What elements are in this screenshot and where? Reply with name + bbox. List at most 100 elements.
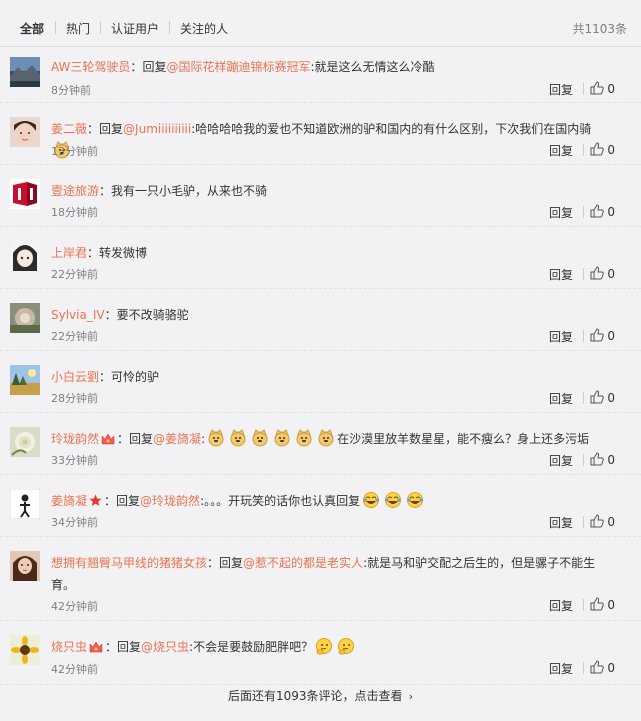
landscape-avatar[interactable]: [10, 365, 40, 395]
colon: ：: [87, 122, 100, 136]
like-button[interactable]: 0: [590, 81, 615, 96]
comment-author-link[interactable]: 玲珑韵然: [51, 432, 99, 446]
comment-author-link[interactable]: 姜旖凝: [51, 494, 87, 508]
action-divider: [583, 330, 584, 342]
comment-item: 烧只虫 ：回复@烧只虫:不会是要鼓励肥胖吧？ 42分钟前 回复 0: [0, 621, 641, 685]
like-button[interactable]: 0: [590, 660, 615, 675]
like-count: 0: [607, 598, 615, 612]
comment-content: 要不改骑骆驼: [116, 308, 189, 322]
woman-avatar[interactable]: [10, 551, 40, 581]
reply-button[interactable]: 回复: [549, 142, 573, 159]
reply-prefix: 回复: [129, 432, 154, 446]
comment-content: :哈哈哈哈我的爱也不知道欧洲的驴和国内的有什么区别，下次我们在国内骑: [191, 122, 592, 136]
thumbs-up-icon: [590, 597, 605, 611]
comment-content: 可怜的驴: [111, 370, 160, 384]
like-button[interactable]: 0: [590, 597, 615, 612]
tab-following[interactable]: 关注的人: [180, 20, 228, 37]
mention-link[interactable]: @国际花样蹦迪锦标赛冠军: [166, 60, 310, 74]
tab-divider: [100, 21, 101, 34]
thumbs-up-icon: [590, 328, 605, 342]
reply-button[interactable]: 回复: [549, 266, 573, 283]
comment-text-line: 上岸君：转发微博: [51, 242, 613, 264]
comment-author-link[interactable]: 上岸君: [51, 246, 87, 260]
thumbs-up-icon: [590, 452, 605, 466]
mention-link[interactable]: @惹不起的都是老实人: [243, 556, 363, 570]
comment-author-link[interactable]: AW三轮驾驶员: [51, 60, 130, 74]
rose-avatar[interactable]: [10, 427, 40, 457]
thinking-emoji-icon: [337, 637, 355, 655]
colon: ：: [104, 494, 117, 508]
comment-item: AW三轮驾驶员：回复@国际花样蹦迪锦标赛冠军:就是这么无情这么冷酷 8分钟前 回…: [0, 47, 641, 103]
like-button[interactable]: 0: [590, 514, 615, 529]
tab-all[interactable]: 全部: [20, 20, 44, 37]
like-button[interactable]: 0: [590, 452, 615, 467]
logo-avatar[interactable]: [10, 179, 40, 209]
like-count: 0: [607, 453, 615, 467]
comment-author-link[interactable]: 想拥有翘臀马甲线的猪猪女孩: [51, 556, 207, 570]
mention-link[interactable]: @玲珑韵然: [140, 494, 200, 508]
comment-content: 转发微博: [99, 246, 148, 260]
reply-button[interactable]: 回复: [549, 204, 573, 221]
like-button[interactable]: 0: [590, 266, 615, 281]
action-divider: [583, 454, 584, 466]
comment-item: 姜旖凝 ：回复@玲珑韵然:。。。开玩笑的话你也认真回复 34分钟前 回复 0: [0, 475, 641, 537]
mention-link[interactable]: @烧只虫: [141, 640, 189, 654]
comment-author-link[interactable]: 姜二薇: [51, 122, 87, 136]
comment-time: 13分钟前: [51, 145, 98, 158]
thumbs-up-icon: [590, 204, 605, 218]
like-count: 0: [607, 267, 615, 281]
comment-text-line: 姜二薇： 回复 @Jumiiiiiiiiii:哈哈哈哈我的爱也不知道欧洲的驴和国内的…: [51, 118, 613, 162]
reply-button[interactable]: 回复: [549, 452, 573, 469]
reply-button[interactable]: 回复: [549, 328, 573, 345]
girl-avatar[interactable]: [10, 117, 40, 147]
comment-time: 42分钟前: [51, 663, 98, 676]
reply-prefix: 回复: [142, 60, 167, 74]
reply-button[interactable]: 回复: [549, 514, 573, 531]
mountain-avatar[interactable]: [10, 57, 40, 87]
comment-time: 28分钟前: [51, 392, 98, 405]
reply-button[interactable]: 回复: [549, 81, 573, 98]
reply-button[interactable]: 回复: [549, 597, 573, 614]
comment-text-line: AW三轮驾驶员：回复@国际花样蹦迪锦标赛冠军:就是这么无情这么冷酷: [51, 56, 613, 78]
comment-author-link[interactable]: Sylvia_IV: [51, 308, 105, 322]
crown-badge-icon: [101, 430, 115, 452]
comment-time: 8分钟前: [51, 84, 91, 97]
comment-text-line: Sylvia_IV：要不改骑骆驼: [51, 304, 613, 326]
action-divider: [583, 206, 584, 218]
comment-author-link[interactable]: 壹途旅游: [51, 184, 99, 198]
tab-hot[interactable]: 热门: [66, 20, 90, 37]
comment-text-line: 烧只虫 ：回复@烧只虫:不会是要鼓励肥胖吧？: [51, 636, 613, 660]
comment-author-link[interactable]: 小白云劉: [51, 370, 99, 384]
like-button[interactable]: 0: [590, 204, 615, 219]
like-button[interactable]: 0: [590, 142, 615, 157]
comment-author-link[interactable]: 烧只虫: [51, 640, 87, 654]
colon: ：: [87, 246, 100, 260]
reply-prefix: 回复: [219, 556, 244, 570]
comment-content: :不会是要鼓励肥胖吧？: [189, 640, 314, 654]
colon: ：: [99, 184, 112, 198]
reply-button[interactable]: 回复: [549, 390, 573, 407]
tab-verified-users[interactable]: 认证用户: [111, 20, 159, 37]
anime-avatar[interactable]: [10, 241, 40, 271]
sunflower-avatar[interactable]: [10, 635, 40, 665]
mention-link[interactable]: @姜旖凝: [153, 432, 201, 446]
colon: ：: [117, 432, 130, 446]
view-more-comments-link[interactable]: 后面还有1093条评论，点击查看 ›: [0, 687, 641, 704]
comment-content: 我有一只小毛驴，从来也不骑: [111, 184, 268, 198]
doge-emoji-icon: [317, 429, 335, 447]
action-divider: [583, 144, 584, 156]
reply-button[interactable]: 回复: [549, 660, 573, 677]
comment-panel: 全部 热门 认证用户 关注的人 共1103条 AW三轮驾驶员：回复@国际花样蹦迪…: [0, 0, 641, 721]
comment-time: 22分钟前: [51, 330, 98, 343]
thumbs-up-icon: [590, 514, 605, 528]
tab-divider: [169, 21, 170, 34]
flower-avatar[interactable]: [10, 303, 40, 333]
mention-link[interactable]: @Jumiiiiiiiiii: [123, 122, 191, 136]
comment-filter-tabs: 全部 热门 认证用户 关注的人 共1103条: [0, 10, 641, 47]
figure-avatar[interactable]: [10, 489, 40, 519]
comment-text-line: 玲珑韵然 ：回复@姜旖凝: 在沙漠里放羊数星星，能不瘦么？身上还多污垢: [51, 428, 613, 452]
action-divider: [583, 662, 584, 674]
like-count: 0: [607, 515, 615, 529]
like-button[interactable]: 0: [590, 390, 615, 405]
like-button[interactable]: 0: [590, 328, 615, 343]
